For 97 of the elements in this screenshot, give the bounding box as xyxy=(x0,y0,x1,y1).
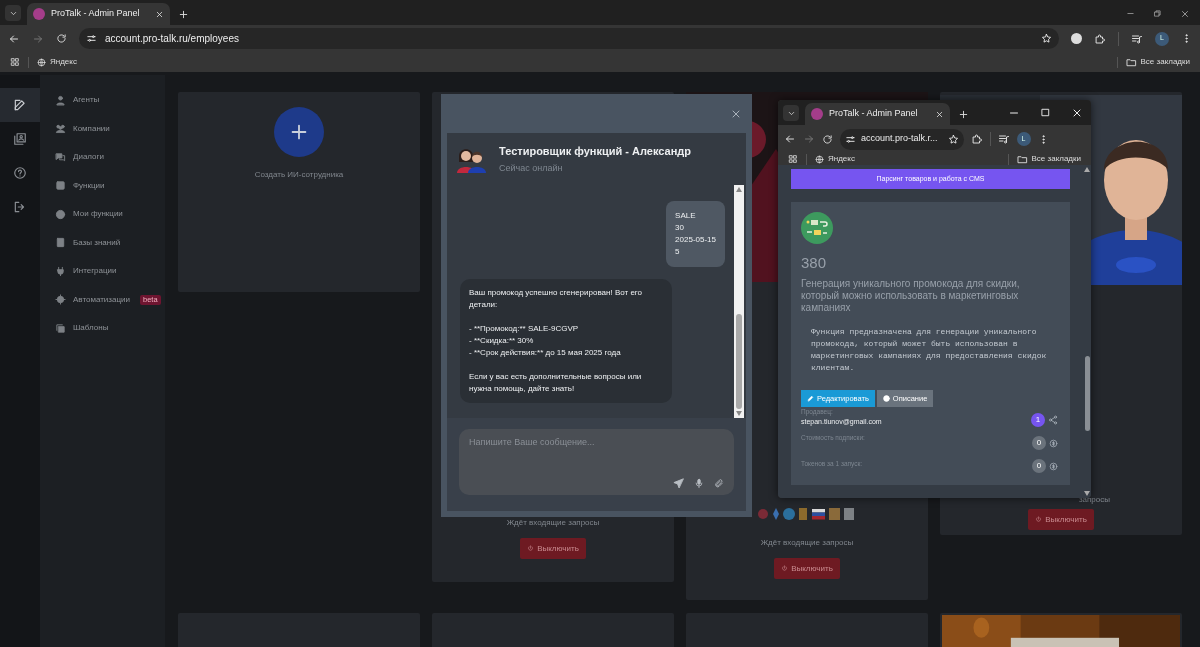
bookmark-star-icon[interactable] xyxy=(1041,33,1052,44)
new-tab-icon[interactable] xyxy=(958,109,969,120)
people-icon xyxy=(55,123,66,135)
rail-item[interactable] xyxy=(0,88,40,122)
info-icon xyxy=(882,395,890,402)
create-agent-label: Создать ИИ-сотрудника xyxy=(254,169,344,181)
close-icon[interactable] xyxy=(1071,107,1083,119)
media-queue-icon[interactable] xyxy=(1131,32,1143,45)
status-text: запросы xyxy=(1078,494,1110,506)
power-icon xyxy=(1035,516,1043,523)
sidebar-item[interactable]: Шаблоны xyxy=(40,314,165,343)
scroll-up-icon[interactable] xyxy=(1084,167,1090,172)
disable-button[interactable]: Выключить xyxy=(520,538,586,559)
app-logo-icon xyxy=(811,108,823,120)
edit-icon xyxy=(13,98,27,112)
coin-icon xyxy=(1049,461,1058,471)
back-icon[interactable] xyxy=(784,133,796,145)
contacts-icon xyxy=(13,132,27,146)
paperclip-icon[interactable] xyxy=(714,478,724,489)
function-number: 380 xyxy=(801,254,828,272)
url-text: account.pro-talk.ru/employees xyxy=(105,32,239,46)
online-status: Сейчас онлайн xyxy=(499,162,564,175)
close-icon[interactable] xyxy=(155,9,164,19)
scroll-up-icon[interactable] xyxy=(736,187,742,192)
disable-button[interactable]: Выключить xyxy=(774,558,840,579)
address-bar[interactable]: account.pro-talk.ru/employees xyxy=(79,28,1059,49)
sidebar-item[interactable]: Компании xyxy=(40,114,165,143)
bookmark-link[interactable]: Яндекс xyxy=(815,153,855,165)
sidebar-item[interactable]: Агенты xyxy=(40,86,165,115)
user-message: SALE 30 2025-05-15 5 xyxy=(666,201,725,267)
scrollbar-thumb[interactable] xyxy=(1084,356,1090,431)
status-text: Ждёт входящие запросы xyxy=(506,517,600,529)
message-placeholder: Напишите Ваше сообщение... xyxy=(469,436,596,449)
app-logo-icon xyxy=(33,8,45,20)
circle-icon xyxy=(55,208,66,220)
sidebar-item[interactable]: Мои функции xyxy=(40,200,165,229)
function-title: Генерация уникального промокода для скидки, который можно использовать в маркетинговых кампаниях xyxy=(801,278,1021,314)
folder-icon xyxy=(1016,153,1028,165)
browser-tab[interactable]: ProTalk - Admin Panel xyxy=(27,3,170,25)
extensions-icon[interactable] xyxy=(970,133,983,145)
reload-icon[interactable] xyxy=(822,133,833,145)
status-text: Ждёт входящие запросы xyxy=(760,537,854,549)
plug-icon xyxy=(55,265,66,277)
folder-icon xyxy=(1125,56,1137,68)
bookmark-link[interactable]: Яндекс xyxy=(37,56,77,68)
copy-icon xyxy=(55,322,66,334)
create-agent-card[interactable]: Создать ИИ-сотрудника xyxy=(178,92,420,292)
function-logo-icon xyxy=(801,212,833,244)
person-icon xyxy=(55,94,66,106)
scrollbar-thumb[interactable] xyxy=(736,314,742,409)
new-tab-icon[interactable] xyxy=(178,9,189,20)
function-description: Функция предназначена для генерации уникального промокода, который может быть использован в маркетинговых кампаниях для предоставления скидок клиентам. xyxy=(811,326,1048,374)
sidebar-item[interactable]: Базы знаний xyxy=(40,228,165,257)
scrollbar[interactable] xyxy=(734,185,744,418)
reload-icon[interactable] xyxy=(56,33,67,44)
url-text: account.pro-talk.r... xyxy=(861,132,938,146)
gear-icon xyxy=(55,294,66,306)
power-icon xyxy=(527,545,535,552)
book-icon xyxy=(55,237,66,249)
microphone-icon[interactable] xyxy=(694,478,704,489)
bot-message: Ваш промокод успешно сгенерирован! Вот его детали: - **Промокод:** SALE-9CGVP - **Скидка:** 30% - **Срок действия:** до 15 мая 2025 года Если у вас есть дополнительные вопросы или нужна помощь, дайте знать! xyxy=(460,279,672,403)
browser-tab[interactable]: ProTalk - Admin Panel xyxy=(805,103,950,125)
tokens-badge: 0 xyxy=(1032,459,1046,473)
power-icon xyxy=(781,565,789,572)
all-bookmarks-link[interactable]: Все закладки xyxy=(1016,153,1081,165)
maximize-icon[interactable] xyxy=(1040,107,1051,118)
bookmark-star-icon[interactable] xyxy=(947,133,959,145)
send-icon[interactable] xyxy=(673,478,684,489)
coin-icon xyxy=(1049,438,1058,448)
extensions-icon[interactable] xyxy=(1094,32,1106,45)
sidebar-item[interactable]: Функции xyxy=(40,171,165,200)
chat-bubbles-icon xyxy=(55,151,66,163)
close-icon[interactable] xyxy=(935,109,944,119)
square-icon xyxy=(55,180,66,192)
restore-icon[interactable] xyxy=(1153,9,1162,18)
logout-icon xyxy=(13,200,27,214)
all-bookmarks-link[interactable]: Все закладки xyxy=(1125,56,1190,68)
pencil-icon xyxy=(807,395,814,402)
chat-title: Тестировщик функций - Александр xyxy=(499,143,691,159)
site-settings-icon[interactable] xyxy=(845,133,856,145)
users-count-badge: 1 xyxy=(1031,413,1045,427)
scroll-down-icon[interactable] xyxy=(1084,491,1090,496)
help-icon xyxy=(13,166,27,180)
share-icon[interactable] xyxy=(1048,415,1058,425)
apps-grid-icon[interactable] xyxy=(10,57,20,67)
sidebar-item[interactable]: Интеграции xyxy=(40,257,165,286)
back-icon[interactable] xyxy=(8,32,20,45)
site-settings-icon[interactable] xyxy=(86,33,97,44)
media-queue-icon[interactable] xyxy=(997,133,1010,145)
scroll-down-icon[interactable] xyxy=(736,411,742,416)
scrollbar[interactable] xyxy=(1083,165,1091,498)
address-bar[interactable]: account.pro-talk.r... xyxy=(840,128,964,150)
sidebar-item[interactable]: Диалоги xyxy=(40,143,165,172)
add-button[interactable] xyxy=(274,107,324,157)
price-badge: 0 xyxy=(1032,436,1046,450)
apps-grid-icon[interactable] xyxy=(788,154,798,164)
disable-button[interactable]: Выключить xyxy=(1028,509,1094,530)
